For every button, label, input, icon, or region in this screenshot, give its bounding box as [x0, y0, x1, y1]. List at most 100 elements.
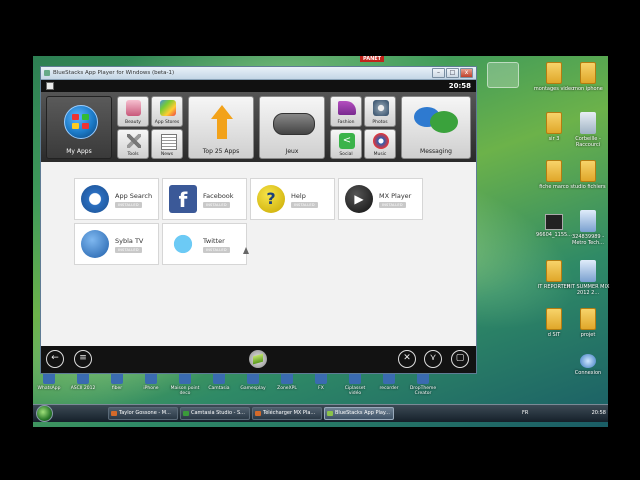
twitter-bird-icon — [169, 230, 197, 258]
tile-news[interactable]: News — [151, 129, 183, 159]
desktop-icon-label: iPhone — [143, 386, 159, 391]
desktop-banner: PANET — [360, 56, 385, 62]
tile-app-stores[interactable]: App Stores — [151, 96, 183, 127]
menu-button[interactable]: ≡ — [74, 350, 92, 368]
app-card-app-search[interactable]: App Search INSTALLED — [74, 178, 159, 220]
tile-label: My Apps — [66, 148, 92, 155]
tile-label: Messaging — [420, 148, 452, 155]
desktop-icon-label: Maison point deco — [170, 386, 200, 396]
status-clock: 20:58 — [448, 82, 471, 90]
taskbar-item-label: BlueStacks App Play... — [335, 410, 390, 416]
desktop-icon-label: FX — [318, 386, 324, 391]
bluestacks-logo-icon — [44, 70, 50, 76]
tile-fashion[interactable]: Fashion — [330, 96, 362, 127]
tile-label: Tools — [127, 152, 139, 157]
tile-music[interactable]: Music — [364, 129, 396, 159]
settings-tools-button[interactable]: ✕ — [398, 350, 416, 368]
desktop-bottom-icon[interactable]: ZoneXPL — [270, 372, 304, 391]
desktop-bottom-icon[interactable]: Ciplasset vidéo — [338, 372, 372, 396]
folder-icon — [546, 62, 562, 84]
tile-photos[interactable]: Photos — [364, 96, 396, 127]
taskbar-item-label: Camtasia Studio - S... — [191, 410, 245, 416]
tile-tools[interactable]: Tools — [117, 129, 149, 159]
tile-jeux[interactable]: Jeux — [259, 96, 325, 159]
my-apps-grid: App Search INSTALLED f Facebook INSTALLE… — [41, 162, 476, 348]
close-button[interactable]: x — [460, 68, 473, 78]
folder-icon — [580, 308, 596, 330]
desktop-icon-label: Gamesplay — [240, 386, 266, 391]
top-25-arrow-icon — [211, 105, 233, 119]
desktop-icon-studio[interactable]: studio fichiers — [565, 160, 611, 190]
window-titlebar[interactable]: BlueStacks App Player for Windows (beta-… — [41, 67, 476, 80]
app-stores-icon — [160, 100, 176, 116]
tray-clock[interactable]: 20:58 — [592, 410, 606, 416]
mouse-cursor — [243, 247, 249, 254]
desktop-bottom-icon[interactable]: Gamesplay — [236, 372, 270, 391]
app-card-twitter[interactable]: Twitter INSTALLED — [162, 223, 247, 265]
tile-beauty[interactable]: Beauty — [117, 96, 149, 127]
maximize-button[interactable]: □ — [446, 68, 459, 78]
multiwindow-button[interactable]: ▢ — [451, 350, 469, 368]
desktop-icon-projet[interactable]: projet — [565, 308, 611, 338]
app-icon — [111, 411, 117, 416]
tile-my-apps[interactable]: My Apps — [46, 96, 112, 159]
desktop-icon-corbeille[interactable]: Corbeille - Raccourci — [565, 112, 611, 148]
desktop-icon-label: d SIT — [547, 332, 561, 338]
bluestacks-home-button[interactable] — [249, 350, 267, 368]
desktop-bottom-icon[interactable]: iPhone — [134, 372, 168, 391]
minimize-button[interactable]: – — [432, 68, 445, 78]
desktop-icon-label: Ciplasset vidéo — [344, 386, 366, 396]
taskbar-item-bluestacks[interactable]: BlueStacks App Play... — [324, 407, 394, 420]
desktop-bottom-icon[interactable]: FX — [304, 372, 338, 391]
tools-icon — [127, 134, 141, 148]
app-card-mx-player[interactable]: ▶ MX Player INSTALLED — [338, 178, 423, 220]
app-name: Facebook — [203, 192, 234, 200]
desktop-bottom-icon[interactable]: fiber — [100, 372, 134, 391]
folder-icon — [580, 62, 596, 84]
desktop-icon-label: Corbeille - Raccourci — [575, 136, 601, 148]
desktop-icon-label: studio fichiers — [570, 184, 606, 190]
home-logo-icon — [253, 353, 263, 365]
tile-label: Music — [373, 152, 387, 157]
window-title: BlueStacks App Player for Windows (beta-… — [53, 70, 175, 76]
tile-top-25-apps[interactable]: Top 25 Apps — [188, 96, 254, 159]
top-25-arrow-stem — [217, 119, 227, 139]
tile-label: Top 25 Apps — [202, 148, 240, 155]
start-orb[interactable] — [36, 405, 53, 422]
taskbar-item-label: Taylor Gossone - M... — [119, 410, 171, 416]
app-card-sybla-tv[interactable]: Sybla TV INSTALLED — [74, 223, 159, 265]
taskbar-item[interactable]: Camtasia Studio - S... — [180, 407, 250, 420]
category-bar: My Apps Beauty App Stores Tools News Top… — [41, 92, 476, 163]
desktop-icon-label: projet — [580, 332, 596, 338]
taskbar-item[interactable]: Télécharger MX Pla... — [252, 407, 322, 420]
app-name: Help — [291, 192, 306, 200]
share-button[interactable]: ⋎ — [424, 350, 442, 368]
tile-label: Beauty — [125, 120, 141, 125]
desktop-icon-hit-summer[interactable]: HIT SUMMER MIX 2012 2... — [565, 260, 611, 296]
desktop-bottom-icon[interactable]: ASCII 2012 — [66, 372, 100, 391]
desktop-gadget[interactable] — [487, 62, 519, 88]
desktop-icon-324839989[interactable]: 324839989 - Metro Tech... — [565, 210, 611, 246]
desktop-icon-label: recorder — [379, 386, 399, 391]
beauty-icon — [126, 100, 141, 116]
desktop-bottom-icon[interactable]: DropTheme Creator — [406, 372, 440, 396]
folder-icon — [546, 260, 562, 282]
desktop-bottom-icon[interactable]: recorder — [372, 372, 406, 391]
desktop-bottom-icon[interactable]: Maison point deco — [168, 372, 202, 396]
app-name: Sybla TV — [115, 237, 144, 245]
desktop-bottom-icon[interactable]: Camtasia — [202, 372, 236, 391]
desktop-icon-connexion[interactable]: Connexion — [565, 354, 611, 376]
app-card-help[interactable]: ? Help INSTALLED — [250, 178, 335, 220]
tile-messaging[interactable]: Messaging — [401, 96, 471, 159]
firefox-icon — [255, 411, 261, 416]
media-file-icon — [580, 210, 596, 232]
facebook-icon: f — [169, 185, 197, 213]
desktop-icon-iphone[interactable]: mon iphone — [565, 62, 611, 92]
back-button[interactable]: ← — [46, 350, 64, 368]
app-card-facebook[interactable]: f Facebook INSTALLED — [162, 178, 247, 220]
tile-social[interactable]: < Social — [330, 129, 362, 159]
taskbar-item[interactable]: Taylor Gossone - M... — [108, 407, 178, 420]
desktop-bottom-icon[interactable]: WhatsApp — [32, 372, 66, 391]
language-indicator[interactable]: FR — [522, 410, 528, 416]
folder-icon — [546, 308, 562, 330]
